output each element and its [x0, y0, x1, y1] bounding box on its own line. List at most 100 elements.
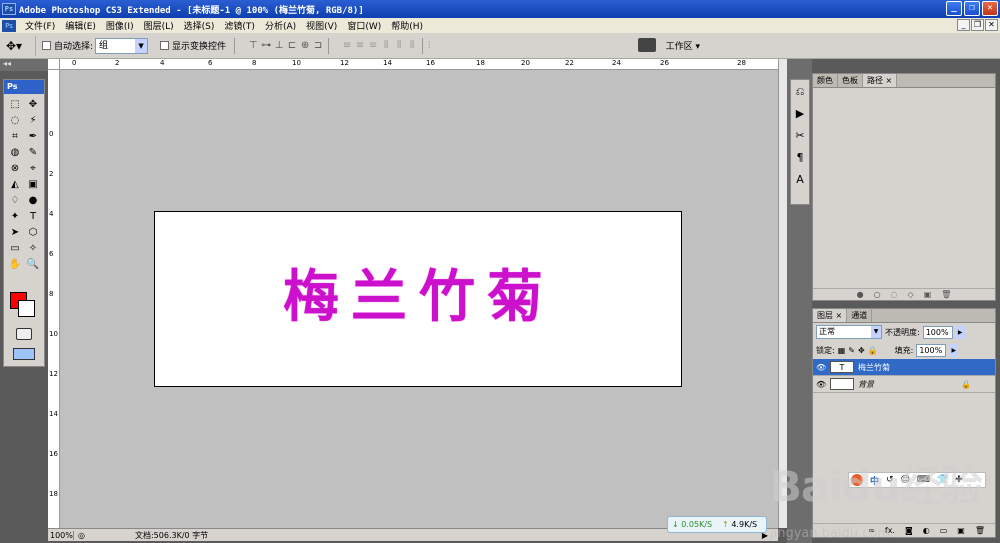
show-transform-checkbox[interactable]: [160, 41, 170, 50]
blend-mode-select[interactable]: 正常 ▼: [816, 325, 882, 339]
menu-window[interactable]: 窗口(W): [342, 19, 386, 32]
zoom-level[interactable]: 100%: [48, 530, 74, 540]
toolbox-grip[interactable]: ◂◂: [0, 59, 48, 71]
doc-restore-button[interactable]: ❐: [971, 19, 984, 31]
quick-mask-icon[interactable]: [16, 328, 32, 340]
brush-tool-icon[interactable]: ✎: [24, 144, 42, 160]
eyedropper-tool-icon[interactable]: ✧: [24, 240, 42, 256]
move-tool-preset-icon[interactable]: ✥▾: [6, 35, 36, 56]
background-color-swatch[interactable]: [18, 300, 35, 317]
ruler-tick-label: 8: [49, 290, 54, 298]
fill-input[interactable]: 100%: [916, 343, 947, 357]
opacity-input[interactable]: 100%: [922, 325, 953, 339]
slice-tool-icon[interactable]: ✒: [24, 128, 42, 144]
fill-path-icon[interactable]: ●: [857, 290, 864, 299]
lock-position-icon[interactable]: ✥: [858, 346, 865, 355]
menu-view[interactable]: 视图(V): [301, 19, 342, 32]
layer-row[interactable]: 👁 T 梅兰竹菊: [813, 359, 995, 376]
horizontal-ruler[interactable]: 0 2 4 6 8 10 12 14 16 18 20 22 24 26 28: [60, 59, 778, 70]
history-brush-tool-icon[interactable]: ⌖: [24, 160, 42, 176]
actions-panel-icon[interactable]: ▶: [791, 104, 809, 124]
load-selection-icon[interactable]: ◌: [891, 290, 898, 299]
visibility-eye-icon[interactable]: 👁: [816, 363, 826, 372]
doc-close-button[interactable]: ✕: [985, 19, 998, 31]
lasso-tool-icon[interactable]: ◌: [6, 112, 24, 128]
tab-swatches[interactable]: 色板: [838, 74, 863, 87]
marquee-tool-icon[interactable]: ⬚: [6, 96, 24, 112]
fill-slider-toggle-icon[interactable]: ▶: [949, 343, 959, 357]
menu-select[interactable]: 选择(S): [179, 19, 220, 32]
tab-color[interactable]: 颜色: [813, 74, 838, 87]
bridge-icon[interactable]: [637, 38, 656, 52]
tab-layers[interactable]: 图层 ×: [813, 309, 848, 322]
menu-analysis[interactable]: 分析(A): [260, 19, 301, 32]
layer-row[interactable]: 👁 背景 🔒: [813, 376, 995, 393]
close-button[interactable]: ✕: [982, 1, 998, 16]
layer-name[interactable]: 梅兰竹菊: [858, 362, 890, 373]
doc-minimize-button[interactable]: _: [957, 19, 970, 31]
stamp-tool-icon[interactable]: ⊗: [6, 160, 24, 176]
lock-all-icon[interactable]: 🔒: [868, 346, 878, 355]
align-hcenter-icon[interactable]: ⊕: [300, 40, 310, 51]
eraser-tool-icon[interactable]: ◭: [6, 176, 24, 192]
menu-edit[interactable]: 编辑(E): [60, 19, 101, 32]
align-left-icon[interactable]: ⊏: [287, 40, 297, 51]
workspace-label: 工作区: [665, 41, 693, 52]
align-vcenter-icon[interactable]: ⊶: [261, 40, 271, 51]
menu-image[interactable]: 图像(I): [101, 19, 139, 32]
menu-filter[interactable]: 滤镜(T): [219, 19, 260, 32]
pen-tool-icon[interactable]: ✦: [6, 208, 24, 224]
tool-presets-icon[interactable]: ✂: [791, 126, 809, 146]
lock-pixels-icon[interactable]: ✎: [848, 346, 855, 355]
minimize-button[interactable]: _: [946, 1, 962, 16]
auto-align-icon[interactable]: ⦙: [428, 40, 430, 51]
tab-paths[interactable]: 路径 ×: [863, 74, 898, 87]
align-top-icon[interactable]: ⊤: [248, 40, 258, 51]
notes-tool-icon[interactable]: ▭: [6, 240, 24, 256]
document-canvas[interactable]: 梅兰竹菊: [154, 211, 682, 387]
move-tool-icon[interactable]: ✥: [24, 96, 42, 112]
distribute-right-icon[interactable]: ⦀: [407, 40, 417, 51]
align-bottom-icon[interactable]: ⊥: [274, 40, 284, 51]
make-path-icon[interactable]: ◇: [908, 290, 914, 299]
crop-tool-icon[interactable]: ⌗: [6, 128, 24, 144]
magic-wand-tool-icon[interactable]: ⚡: [24, 112, 42, 128]
zoom-tool-icon[interactable]: 🔍: [24, 256, 42, 272]
dodge-tool-icon[interactable]: ●: [24, 192, 42, 208]
auto-select-checkbox[interactable]: [42, 41, 51, 50]
workspace-button[interactable]: 工作区 ▾: [666, 39, 700, 52]
canvas-area[interactable]: 梅兰竹菊: [60, 70, 778, 528]
menu-layer[interactable]: 图层(L): [139, 19, 179, 32]
layer-name[interactable]: 背景: [858, 379, 874, 390]
history-panel-icon[interactable]: ⎌: [791, 82, 809, 102]
tab-channels[interactable]: 通道: [847, 309, 873, 322]
distribute-top-icon[interactable]: ≡: [342, 40, 352, 51]
restore-button[interactable]: ❐: [964, 1, 980, 16]
vertical-ruler[interactable]: 0 2 4 6 8 10 12 14 16 18: [48, 70, 60, 528]
auto-select-dropdown[interactable]: 组 ▼: [95, 37, 149, 54]
new-path-icon[interactable]: ▣: [924, 290, 932, 299]
delete-path-icon[interactable]: 🗑: [941, 290, 951, 299]
path-selection-tool-icon[interactable]: ➤: [6, 224, 24, 240]
lock-transparent-icon[interactable]: ▦: [838, 346, 846, 355]
gradient-tool-icon[interactable]: ▣: [24, 176, 42, 192]
distribute-vcenter-icon[interactable]: ≡: [355, 40, 365, 51]
menu-file[interactable]: 文件(F): [20, 19, 60, 32]
healing-tool-icon[interactable]: ◍: [6, 144, 24, 160]
blur-tool-icon[interactable]: ♢: [6, 192, 24, 208]
distribute-left-icon[interactable]: ⦀: [381, 40, 391, 51]
distribute-hcenter-icon[interactable]: ⦀: [394, 40, 404, 51]
type-tool-icon[interactable]: T: [24, 208, 42, 224]
stroke-path-icon[interactable]: ○: [874, 290, 881, 299]
menu-help[interactable]: 帮助(H): [386, 19, 428, 32]
opacity-slider-toggle-icon[interactable]: ▶: [955, 325, 965, 339]
character-panel-icon[interactable]: A: [791, 170, 809, 190]
shape-tool-icon[interactable]: ⬡: [24, 224, 42, 240]
hand-tool-icon[interactable]: ✋: [6, 256, 24, 272]
type-layer-text[interactable]: 梅兰竹菊: [155, 252, 683, 333]
align-right-icon[interactable]: ⊐: [313, 40, 323, 51]
visibility-eye-icon[interactable]: 👁: [816, 380, 826, 389]
distribute-bottom-icon[interactable]: ≡: [368, 40, 378, 51]
screen-mode-icon[interactable]: [13, 348, 35, 360]
paragraph-panel-icon[interactable]: ¶: [791, 148, 809, 168]
